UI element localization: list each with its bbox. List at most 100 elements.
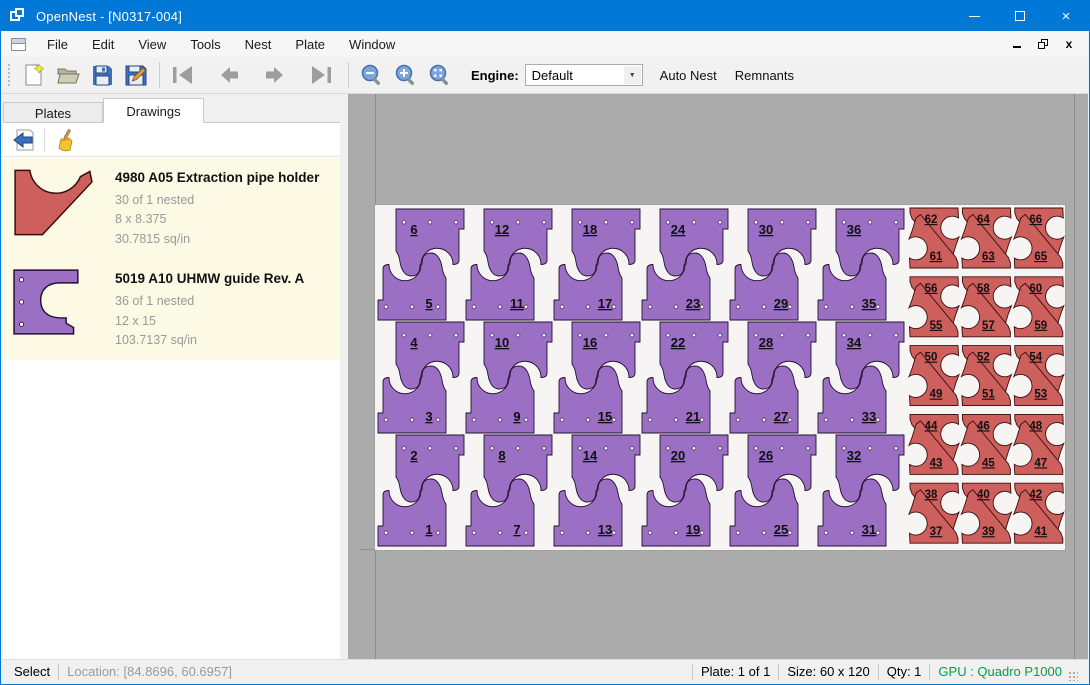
status-separator (778, 664, 779, 680)
nested-part-pair[interactable]: 21 (378, 435, 464, 546)
nested-part-pair[interactable]: 4039 (961, 483, 1011, 543)
save-as-button[interactable] (119, 60, 153, 90)
nested-part-pair[interactable]: 43 (378, 322, 464, 433)
zoom-out-icon (360, 63, 384, 87)
part-number-label: 33 (862, 409, 876, 424)
nested-part-pair[interactable]: 4847 (1014, 414, 1064, 474)
nested-part-pair[interactable]: 6059 (1014, 277, 1064, 337)
nested-part-pair[interactable]: 2221 (642, 322, 728, 433)
menu-plate[interactable]: Plate (283, 33, 337, 56)
plate-guide-bottom (361, 549, 375, 550)
mdi-close-button[interactable]: x (1060, 36, 1078, 52)
clean-button[interactable] (50, 126, 80, 154)
part-number-label: 52 (977, 352, 990, 364)
combo-dropdown-arrow[interactable]: ▼ (624, 66, 641, 84)
close-button[interactable]: × (1043, 1, 1089, 31)
mdi-document-icon[interactable] (11, 38, 26, 51)
nested-part-pair[interactable]: 1817 (554, 209, 640, 320)
return-part-button[interactable] (9, 126, 39, 154)
nested-part-pair[interactable]: 5049 (909, 346, 959, 406)
nested-part-pair[interactable]: 6463 (961, 208, 1011, 268)
nested-part-pair[interactable]: 109 (466, 322, 552, 433)
mdi-minimize-button[interactable] (1008, 36, 1026, 52)
new-file-button[interactable] (17, 60, 51, 90)
nest-canvas[interactable]: 6512111817242330293635431091615222128273… (348, 94, 1088, 659)
auto-nest-button[interactable]: Auto Nest (651, 63, 726, 88)
part-number-label: 28 (759, 335, 773, 350)
menu-file[interactable]: File (35, 33, 80, 56)
nested-part-pair[interactable]: 2625 (730, 435, 816, 546)
minimize-button[interactable] (951, 1, 997, 31)
nested-part-pair[interactable]: 65 (378, 209, 464, 320)
nested-part-pair[interactable]: 5857 (961, 277, 1011, 337)
part-number-label: 45 (982, 457, 995, 469)
part-number-label: 3 (425, 409, 432, 424)
status-size: Size: 60 x 120 (787, 664, 869, 679)
drawing-item-2[interactable]: 5019 A10 UHMW guide Rev. A 36 of 1 neste… (3, 259, 340, 360)
maximize-button[interactable] (997, 1, 1043, 31)
plate-guide-right (1074, 94, 1075, 659)
part-number-label: 62 (925, 214, 938, 226)
nested-part-pair[interactable]: 2423 (642, 209, 728, 320)
menu-edit[interactable]: Edit (80, 33, 126, 56)
nested-part-pair[interactable]: 5251 (961, 346, 1011, 406)
nested-part-pair[interactable]: 1211 (466, 209, 552, 320)
nested-part-pair[interactable]: 5453 (1014, 346, 1064, 406)
nested-part-pair[interactable]: 3635 (818, 209, 904, 320)
nested-part-pair[interactable]: 4645 (961, 414, 1011, 474)
nested-part-pair[interactable]: 4443 (909, 414, 959, 474)
nested-part-pair[interactable]: 2827 (730, 322, 816, 433)
tab-strip: Plates Drawings (3, 98, 204, 123)
mdi-restore-icon (1038, 39, 1048, 49)
nested-part-pair[interactable]: 2019 (642, 435, 728, 546)
open-file-button[interactable] (51, 60, 85, 90)
minimize-icon (969, 16, 980, 17)
remnants-button[interactable]: Remnants (726, 63, 803, 88)
resize-grip[interactable] (1068, 671, 1078, 681)
menu-window[interactable]: Window (337, 33, 407, 56)
save-button[interactable] (85, 60, 119, 90)
tab-plates[interactable]: Plates (3, 102, 103, 123)
part-number-label: 20 (671, 448, 685, 463)
tab-drawings[interactable]: Drawings (103, 98, 204, 123)
nav-last-button[interactable] (304, 60, 338, 90)
part-number-label: 35 (862, 296, 876, 311)
mdi-restore-button[interactable] (1034, 36, 1052, 52)
plate[interactable]: 6512111817242330293635431091615222128273… (375, 205, 1065, 550)
nested-part-pair[interactable]: 6261 (909, 208, 959, 268)
app-icon (10, 8, 26, 24)
nested-part-pair[interactable]: 87 (466, 435, 552, 546)
nav-previous-button[interactable] (212, 60, 246, 90)
nested-part-pair[interactable]: 3029 (730, 209, 816, 320)
part-number-label: 49 (930, 389, 943, 401)
nested-part-pair[interactable]: 6665 (1014, 208, 1064, 268)
drawing-nested-count: 36 of 1 nested (115, 292, 332, 311)
zoom-fit-button[interactable] (423, 60, 457, 90)
nav-next-button[interactable] (258, 60, 292, 90)
part-number-label: 39 (982, 526, 995, 538)
status-gpu: GPU : Quadro P1000 (938, 664, 1062, 679)
nested-part-pair[interactable]: 3231 (818, 435, 904, 546)
toolbar-separator (348, 62, 349, 88)
drawing-thumbnail-purple (13, 269, 105, 350)
nested-part-pair[interactable]: 3837 (909, 483, 959, 543)
left-panel: Plates Drawings (2, 94, 348, 659)
drawing-item-1[interactable]: 4980 A05 Extraction pipe holder 30 of 1 … (3, 158, 340, 259)
nested-part-pair[interactable]: 1615 (554, 322, 640, 433)
engine-combobox[interactable]: Default ▼ (525, 64, 643, 86)
status-mode: Select (14, 664, 50, 679)
menu-tools[interactable]: Tools (178, 33, 232, 56)
nav-first-button[interactable] (166, 60, 200, 90)
zoom-out-button[interactable] (355, 60, 389, 90)
nested-part-pair[interactable]: 4241 (1014, 483, 1064, 543)
part-number-label: 21 (686, 409, 700, 424)
nav-last-icon (308, 64, 334, 86)
nested-part-pair[interactable]: 1413 (554, 435, 640, 546)
drawing-title: 4980 A05 Extraction pipe holder (115, 170, 332, 185)
zoom-in-button[interactable] (389, 60, 423, 90)
menu-view[interactable]: View (126, 33, 178, 56)
menu-nest[interactable]: Nest (233, 33, 284, 56)
nested-part-pair[interactable]: 3433 (818, 322, 904, 433)
nested-part-pair[interactable]: 5655 (909, 277, 959, 337)
status-location: Location: [84.8696, 60.6957] (67, 664, 232, 679)
